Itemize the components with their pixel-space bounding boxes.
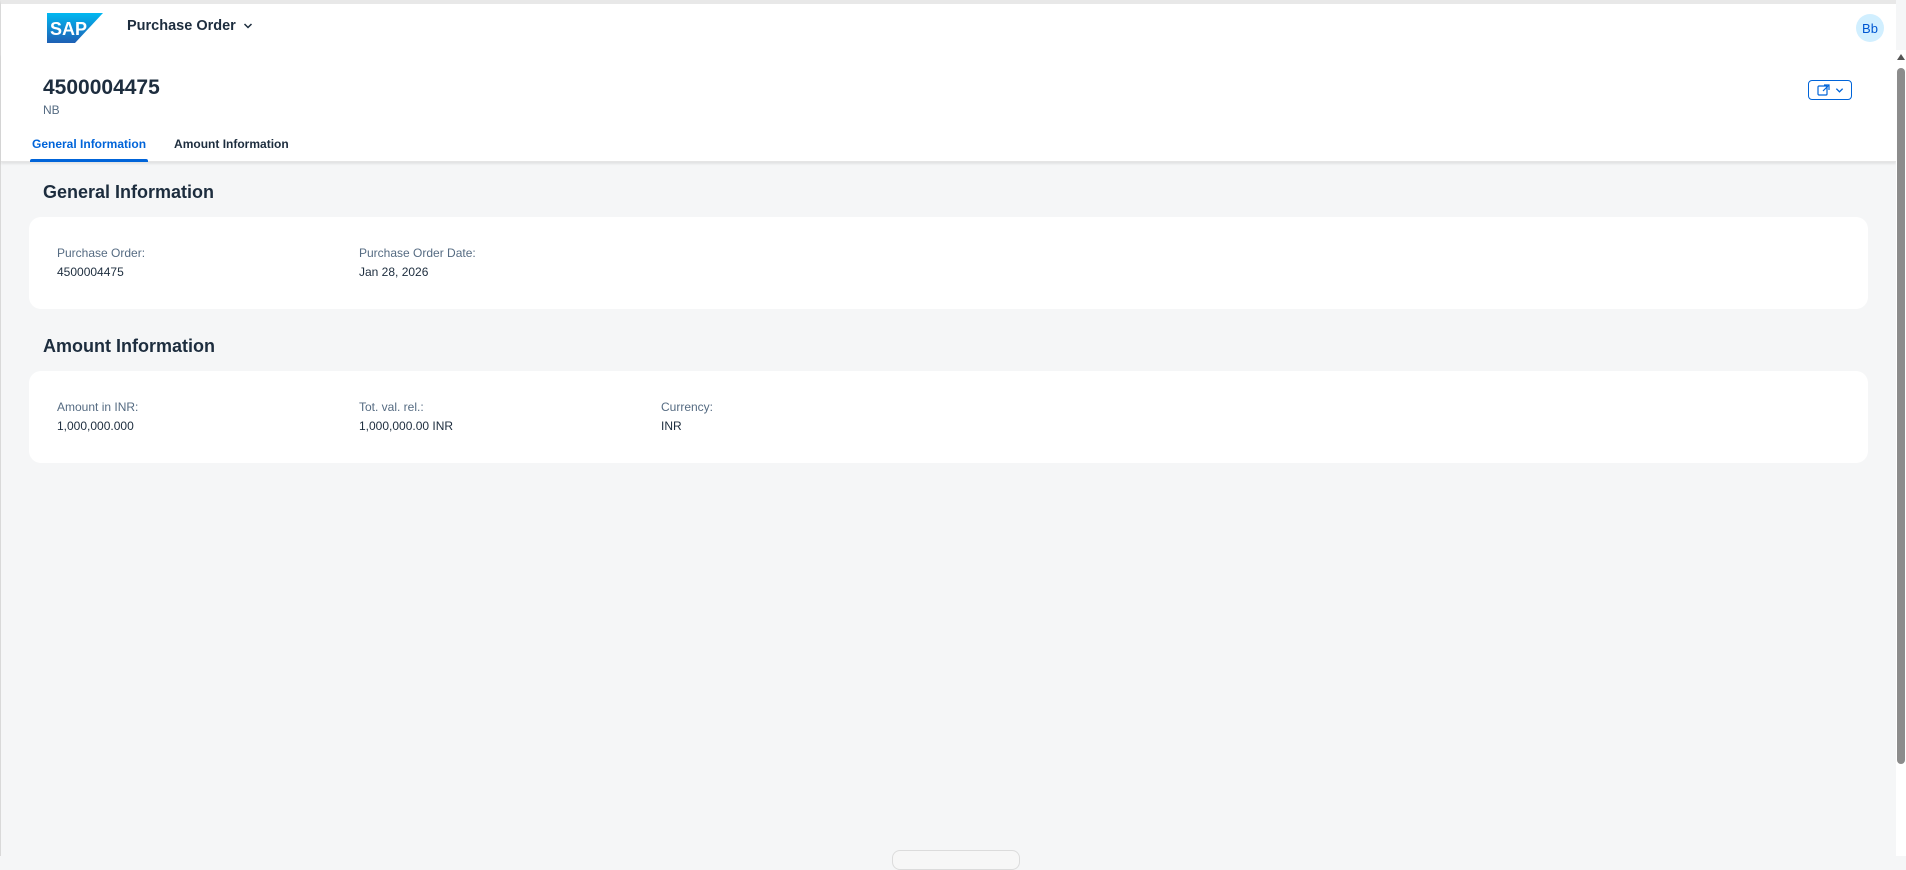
share-icon bbox=[1816, 84, 1830, 96]
field-label: Currency: bbox=[661, 400, 714, 414]
user-avatar[interactable]: Bb bbox=[1856, 14, 1884, 42]
app-title-menu[interactable]: Purchase Order bbox=[127, 18, 253, 34]
field-value: Jan 28, 2026 bbox=[359, 265, 429, 279]
section-title-amount: Amount Information bbox=[43, 336, 215, 356]
share-button[interactable] bbox=[1808, 80, 1852, 100]
field-total-value-released: Tot. val. rel.: 1,000,000.00 INR bbox=[359, 400, 453, 433]
field-value: 1,000,000.000 bbox=[57, 419, 134, 433]
scroll-up-arrow-icon[interactable] bbox=[1897, 54, 1905, 60]
scrollbar-thumb[interactable] bbox=[1897, 68, 1905, 764]
amount-info-card: Amount in INR: 1,000,000.000 Tot. val. r… bbox=[29, 371, 1868, 463]
field-label: Purchase Order: bbox=[57, 246, 146, 260]
field-currency: Currency: INR bbox=[661, 400, 713, 433]
svg-text:SAP: SAP bbox=[50, 19, 87, 39]
page-title: 4500004475 bbox=[43, 76, 160, 99]
anchor-tab-bar: General Information Amount Information bbox=[30, 129, 315, 162]
field-value: INR bbox=[661, 419, 682, 433]
avatar-initials: Bb bbox=[1862, 20, 1878, 36]
tab-amount-information[interactable]: Amount Information bbox=[172, 129, 291, 162]
general-info-card: Purchase Order: 4500004475 Purchase Orde… bbox=[29, 217, 1868, 309]
shell-bar: SAP Purchase Order Bb bbox=[1, 4, 1896, 54]
field-label: Tot. val. rel.: bbox=[359, 400, 424, 414]
section-title-general: General Information bbox=[43, 182, 215, 202]
app-title-label: Purchase Order bbox=[127, 18, 236, 34]
field-amount-inr: Amount in INR: 1,000,000.000 bbox=[57, 400, 138, 433]
field-value: 1,000,000.00 INR bbox=[359, 419, 454, 433]
field-value: 4500004475 bbox=[57, 265, 124, 279]
chevron-down-icon bbox=[243, 23, 252, 29]
footer-toolbar-handle[interactable] bbox=[892, 850, 1020, 870]
page-subtitle: NB bbox=[43, 103, 60, 117]
app-window: SAP Purchase Order Bb 4500004475 NB Gene… bbox=[0, 0, 1896, 870]
field-purchase-order: Purchase Order: 4500004475 bbox=[57, 246, 145, 279]
sap-logo[interactable]: SAP bbox=[47, 13, 103, 43]
field-label: Amount in INR: bbox=[57, 400, 139, 414]
field-purchase-order-date: Purchase Order Date: Jan 28, 2026 bbox=[359, 246, 476, 279]
chevron-down-icon bbox=[1835, 87, 1843, 93]
tab-general-information[interactable]: General Information bbox=[30, 129, 149, 162]
object-header: 4500004475 NB General Information Amount… bbox=[1, 54, 1896, 162]
field-label: Purchase Order Date: bbox=[359, 246, 476, 260]
